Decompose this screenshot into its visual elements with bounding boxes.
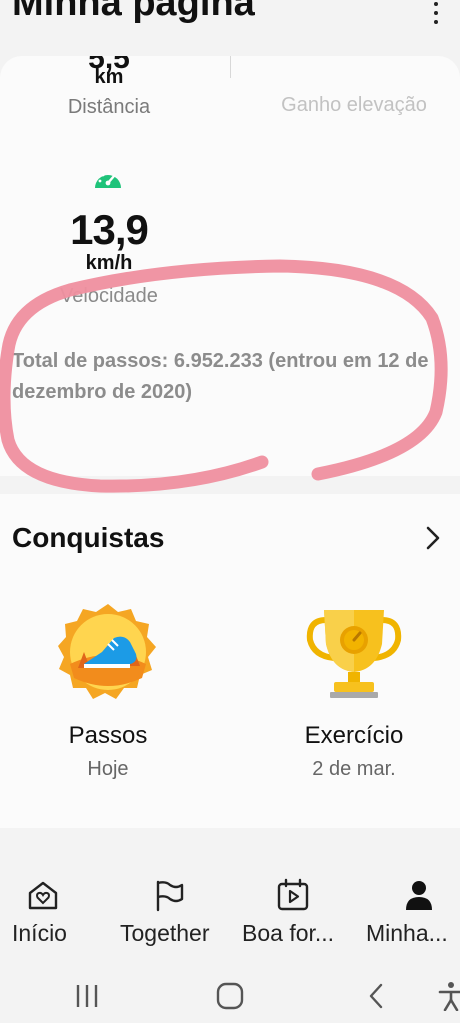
achievements-card: Conquistas Passos Hoje Exercício 2 de ma… bbox=[0, 494, 460, 828]
flag-icon bbox=[156, 880, 184, 912]
total-steps-text: Total de passos: 6.952.233 (entrou em 12… bbox=[12, 350, 429, 403]
achievement-date: Hoje bbox=[87, 758, 129, 780]
video-calendar-icon bbox=[277, 878, 309, 911]
achievement-exercise[interactable]: Exercício 2 de mar. bbox=[254, 598, 454, 798]
speed-unit: km/h bbox=[85, 252, 133, 274]
nav-label: Início bbox=[12, 920, 67, 946]
my-page-screen: Minha página 5,5 km Distância Ganho elev… bbox=[0, 0, 460, 1023]
back-icon[interactable] bbox=[362, 981, 392, 1011]
chevron-right-icon[interactable] bbox=[420, 522, 446, 554]
elevation-gain-label: Ganho elevação bbox=[281, 94, 427, 116]
speed-label: Velocidade bbox=[60, 285, 158, 307]
achievement-date: 2 de mar. bbox=[312, 758, 396, 780]
nav-item-boa-forma[interactable]: Boa for... bbox=[236, 868, 351, 958]
activity-stats-card: 5,5 km Distância Ganho elevação 13,9 km/… bbox=[0, 56, 460, 476]
distance-unit: km bbox=[94, 66, 124, 88]
achievement-name: Exercício bbox=[304, 722, 404, 749]
achievements-title[interactable]: Conquistas bbox=[12, 522, 164, 554]
recent-apps-icon[interactable] bbox=[72, 981, 102, 1011]
more-options-icon[interactable] bbox=[428, 0, 444, 24]
page-title: Minha página bbox=[12, 0, 255, 24]
speed-value: 13,9 bbox=[70, 206, 149, 253]
trophy-icon bbox=[306, 610, 402, 698]
app-header: Minha página bbox=[0, 0, 460, 56]
home-button-icon[interactable] bbox=[215, 981, 245, 1011]
speedometer-icon bbox=[95, 171, 121, 188]
achievement-name: Passos bbox=[68, 722, 148, 749]
nav-label: Together bbox=[120, 920, 210, 946]
accessibility-icon[interactable] bbox=[436, 981, 460, 1011]
distance-label: Distância bbox=[67, 96, 151, 118]
system-navigation-bar bbox=[0, 965, 460, 1023]
stat-divider bbox=[230, 56, 231, 78]
bottom-navigation: Início Together Boa for... Minha... bbox=[0, 868, 460, 958]
home-heart-icon bbox=[28, 881, 58, 910]
nav-label: Minha... bbox=[366, 920, 448, 946]
steps-badge-icon bbox=[58, 604, 156, 699]
nav-item-together[interactable]: Together bbox=[110, 868, 225, 958]
nav-label: Boa for... bbox=[242, 920, 335, 946]
nav-item-minha-pagina[interactable]: Minha... bbox=[362, 868, 460, 958]
nav-item-inicio[interactable]: Início bbox=[0, 868, 88, 958]
person-icon bbox=[406, 881, 432, 910]
achievement-steps[interactable]: Passos Hoje bbox=[8, 598, 208, 798]
